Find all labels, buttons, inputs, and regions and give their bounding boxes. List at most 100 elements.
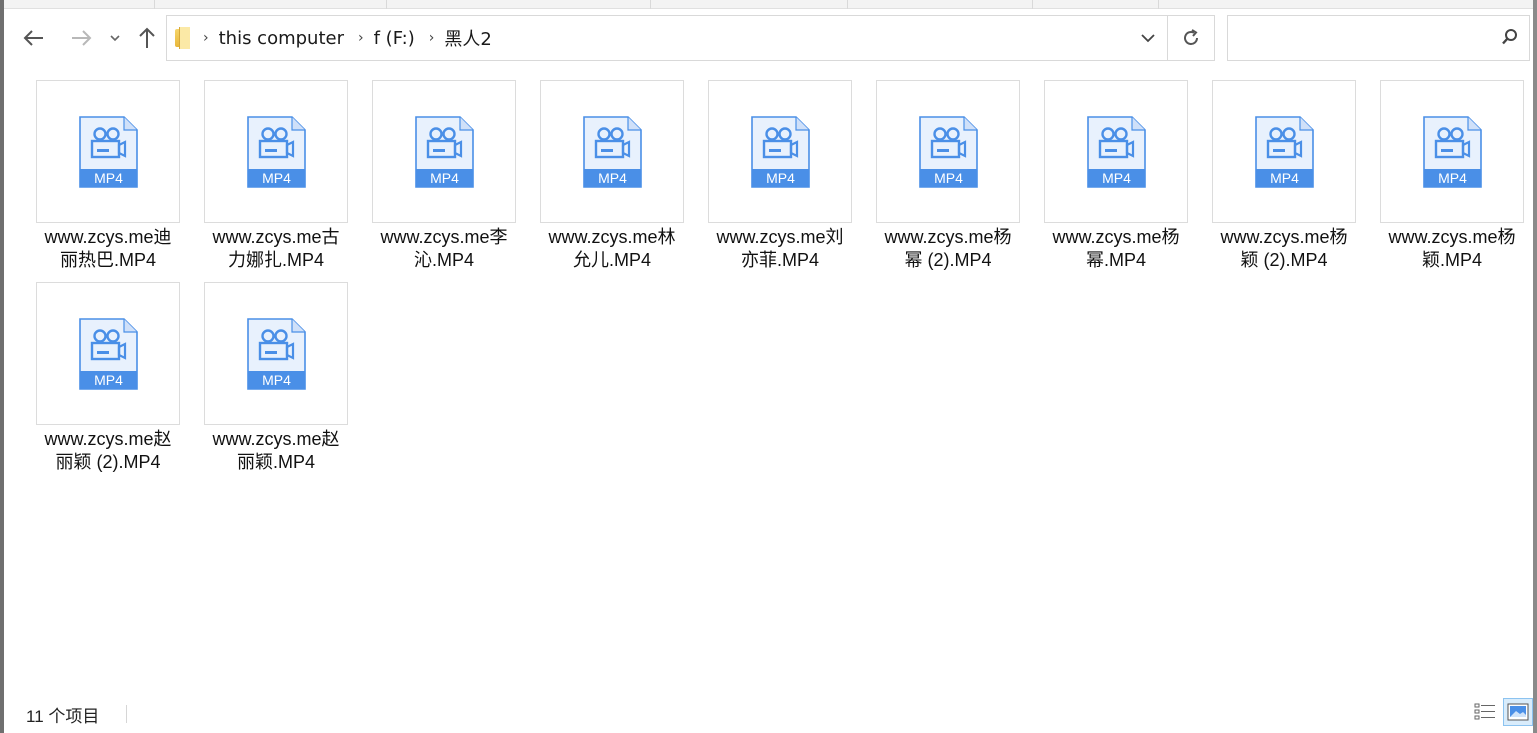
file-name[interactable]: www.zcys.me杨幂 (2).MP4	[868, 226, 1028, 272]
file-item[interactable]: MP4 www.zcys.me杨 幂.MP4	[1044, 80, 1188, 272]
file-item[interactable]: MP4 www.zcys.me赵 丽颖 (2).MP4	[36, 282, 180, 474]
mp4-badge-text: MP4	[934, 170, 963, 186]
file-thumbnail[interactable]: MP4	[1044, 80, 1188, 223]
file-name[interactable]: www.zcys.me杨 幂.MP4	[1036, 226, 1196, 272]
breadcrumb-drive-f[interactable]: f (F:)	[374, 28, 415, 49]
recent-locations-chevron-down-icon[interactable]	[107, 24, 123, 52]
file-name-line-2: 力娜扎.MP4	[227, 250, 324, 270]
mp4-video-file-icon: MP4	[919, 116, 978, 188]
mp4-badge-text: MP4	[1438, 170, 1467, 186]
file-item[interactable]: MP4 www.zcys.me林 允儿.MP4	[540, 80, 684, 272]
mp4-badge-text: MP4	[94, 372, 123, 388]
file-name-line-2: 幂 (2).MP4	[904, 250, 992, 270]
mp4-badge-text: MP4	[1270, 170, 1299, 186]
file-name[interactable]: www.zcys.me林 允儿.MP4	[532, 226, 692, 272]
file-name[interactable]: www.zcys.me古 力娜扎.MP4	[196, 226, 356, 272]
file-name[interactable]: www.zcys.me迪 丽热巴.MP4	[28, 226, 188, 272]
mp4-video-file-icon: MP4	[583, 116, 642, 188]
search-icon[interactable]	[1501, 28, 1519, 51]
mp4-badge-text: MP4	[598, 170, 627, 186]
breadcrumb-separator-icon[interactable]: ›	[429, 30, 435, 46]
file-name[interactable]: www.zcys.me刘 亦菲.MP4	[700, 226, 860, 272]
file-thumbnail[interactable]: MP4	[540, 80, 684, 223]
file-thumbnail[interactable]: MP4	[1212, 80, 1356, 223]
file-name-line-2: 颖 (2).MP4	[1240, 250, 1328, 270]
file-name-line-2: 颖.MP4	[1421, 250, 1482, 270]
file-thumbnail[interactable]: MP4	[36, 282, 180, 425]
mp4-video-file-icon: MP4	[1255, 116, 1314, 188]
file-name[interactable]: www.zcys.me赵 丽颖.MP4	[196, 428, 356, 474]
address-bar[interactable]: › this computer › f (F:) › 黑人2	[166, 15, 1168, 61]
mp4-video-file-icon: MP4	[247, 116, 306, 188]
breadcrumb-this-computer[interactable]: this computer	[219, 28, 344, 49]
file-thumbnail[interactable]: MP4	[876, 80, 1020, 223]
item-count: 11 个项目	[26, 707, 100, 726]
file-explorer-window: › this computer › f (F:) › 黑人2 MP4 www.zc…	[0, 0, 1537, 733]
mp4-video-file-icon: MP4	[1087, 116, 1146, 188]
mp4-badge-text: MP4	[262, 372, 291, 388]
file-name-line-2: 丽颖 (2).MP4	[55, 452, 161, 472]
mp4-video-file-icon: MP4	[79, 116, 138, 188]
file-name[interactable]: www.zcys.me杨 颖.MP4	[1372, 226, 1532, 272]
file-thumbnail[interactable]: MP4	[204, 80, 348, 223]
file-name-line-1: www.zcys.me杨	[1052, 227, 1180, 247]
file-thumbnail[interactable]: MP4	[204, 282, 348, 425]
file-item[interactable]: MP4 www.zcys.me赵 丽颖.MP4	[204, 282, 348, 474]
file-item[interactable]: MP4 www.zcys.me迪 丽热巴.MP4	[36, 80, 180, 272]
file-thumbnail[interactable]: MP4	[36, 80, 180, 223]
file-name-line-2: 允儿.MP4	[572, 250, 651, 270]
file-item[interactable]: MP4 www.zcys.me古 力娜扎.MP4	[204, 80, 348, 272]
file-name[interactable]: www.zcys.me杨颖 (2).MP4	[1204, 226, 1364, 272]
breadcrumb-current-folder[interactable]: 黑人2	[444, 25, 491, 51]
breadcrumb-separator-icon[interactable]: ›	[203, 30, 209, 46]
mp4-video-file-icon: MP4	[79, 318, 138, 390]
large-icons-view-icon[interactable]	[1503, 698, 1533, 726]
file-thumbnail[interactable]: MP4	[708, 80, 852, 223]
file-name-line-2: 亦菲.MP4	[740, 250, 819, 270]
mp4-video-file-icon: MP4	[751, 116, 810, 188]
search-input[interactable]	[1227, 15, 1530, 61]
file-name-line-2: 沁.MP4	[413, 250, 474, 270]
back-arrow-icon[interactable]	[20, 24, 48, 52]
file-name-line-1: www.zcys.me林	[548, 227, 676, 247]
mp4-badge-text: MP4	[430, 170, 459, 186]
file-item[interactable]: MP4 www.zcys.me杨幂 (2).MP4	[876, 80, 1020, 272]
address-history-chevron-down-icon[interactable]	[1141, 28, 1155, 47]
file-name-line-1: www.zcys.me迪	[44, 227, 172, 247]
file-name-line-1: www.zcys.me刘	[716, 227, 844, 247]
status-divider	[126, 705, 127, 723]
file-thumbnail[interactable]: MP4	[372, 80, 516, 223]
file-name-line-2: 丽颖.MP4	[236, 452, 315, 472]
file-name-line-1: www.zcys.me杨	[1388, 227, 1516, 247]
file-name[interactable]: www.zcys.me赵 丽颖 (2).MP4	[28, 428, 188, 474]
mp4-video-file-icon: MP4	[1423, 116, 1482, 188]
file-name-line-1: www.zcys.me李	[380, 227, 508, 247]
file-name-line-1: www.zcys.me古	[212, 227, 340, 247]
ribbon-tabs-remnant	[4, 0, 1533, 9]
file-item[interactable]: MP4 www.zcys.me刘 亦菲.MP4	[708, 80, 852, 272]
navigation-bar: › this computer › f (F:) › 黑人2	[4, 14, 1533, 62]
file-thumbnail[interactable]: MP4	[1380, 80, 1524, 223]
details-view-icon[interactable]	[1470, 698, 1500, 726]
mp4-badge-text: MP4	[1102, 170, 1131, 186]
mp4-badge-text: MP4	[262, 170, 291, 186]
mp4-video-file-icon: MP4	[415, 116, 474, 188]
status-bar: 11 个项目	[4, 693, 1533, 733]
file-item[interactable]: MP4 www.zcys.me杨 颖.MP4	[1380, 80, 1524, 272]
file-item[interactable]: MP4 www.zcys.me杨颖 (2).MP4	[1212, 80, 1356, 272]
forward-arrow-icon[interactable]	[67, 24, 95, 52]
refresh-button[interactable]	[1168, 15, 1215, 61]
file-name-line-2: 丽热巴.MP4	[59, 250, 156, 270]
file-name-line-1: www.zcys.me杨	[1220, 227, 1348, 247]
mp4-video-file-icon: MP4	[247, 318, 306, 390]
file-name[interactable]: www.zcys.me李 沁.MP4	[364, 226, 524, 272]
breadcrumb-separator-icon[interactable]: ›	[358, 30, 364, 46]
mp4-badge-text: MP4	[94, 170, 123, 186]
file-name-line-1: www.zcys.me赵	[44, 429, 172, 449]
file-name-line-1: www.zcys.me杨	[884, 227, 1012, 247]
file-name-line-1: www.zcys.me赵	[212, 429, 340, 449]
file-item[interactable]: MP4 www.zcys.me李 沁.MP4	[372, 80, 516, 272]
folder-icon	[175, 27, 190, 49]
mp4-badge-text: MP4	[766, 170, 795, 186]
up-arrow-icon[interactable]	[135, 24, 159, 52]
